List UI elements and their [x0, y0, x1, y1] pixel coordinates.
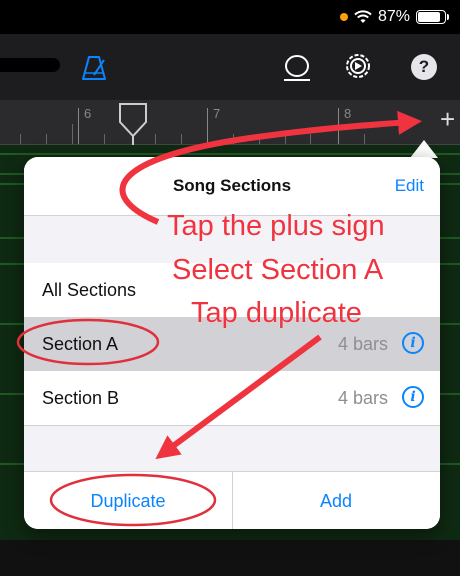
annotation-overlay: [16, 110, 422, 527]
annotation-line-1: Tap the plus sign: [167, 210, 385, 242]
annotation-line-2: Select Section A: [172, 254, 384, 286]
circle-section-a: [16, 318, 160, 366]
arrow-to-duplicate: [155, 334, 322, 460]
annotation-line-3: Tap duplicate: [191, 297, 362, 329]
circle-duplicate: [49, 473, 217, 527]
arrow-to-plus: [119, 110, 422, 225]
